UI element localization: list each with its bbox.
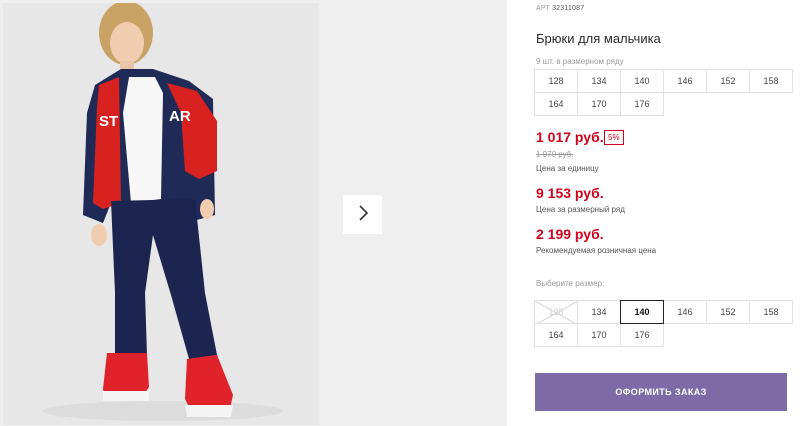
size-range-cell: 164: [534, 92, 578, 116]
chevron-right-icon: [357, 204, 369, 225]
size-range-cell: 176: [620, 92, 664, 116]
boy-in-tracksuit-image: ST AR: [3, 3, 319, 425]
unit-price: 1 017 руб.: [536, 129, 604, 145]
cross-out-icon: [535, 301, 578, 325]
discount-badge: 5%: [604, 130, 624, 145]
size-range-cell: 158: [749, 69, 793, 93]
article-label: АРТ: [536, 5, 550, 12]
size-option[interactable]: 176: [620, 323, 664, 347]
unit-price-note: Цена за единицу: [536, 164, 599, 173]
size-option[interactable]: 134: [577, 300, 621, 324]
size-option[interactable]: 152: [706, 300, 750, 324]
size-option[interactable]: 146: [663, 300, 707, 324]
size-option[interactable]: 158: [749, 300, 793, 324]
size-range-cell: 128: [534, 69, 578, 93]
svg-text:ST: ST: [99, 113, 118, 130]
product-title: Брюки для мальчика: [536, 31, 661, 46]
retail-price: 2 199 руб.: [536, 226, 604, 242]
range-price: 9 153 руб.: [536, 185, 604, 201]
product-photo: ST AR: [3, 3, 319, 425]
size-option[interactable]: 164: [534, 323, 578, 347]
article-number: АРТ 32311087: [536, 5, 584, 12]
choose-size-label: Выберите размер:: [536, 279, 605, 288]
range-price-note: Цена за размерный ряд: [536, 205, 625, 214]
size-range-label: 9 шт. в размерном ряду: [536, 57, 624, 66]
next-image-button[interactable]: [343, 195, 382, 234]
size-range-cell: 152: [706, 69, 750, 93]
product-details: АРТ 32311087 Брюки для мальчика 9 шт. в …: [507, 0, 800, 426]
old-price: 1 070 руб.: [536, 150, 574, 159]
retail-price-note: Рекомендуемая розничная цена: [536, 246, 657, 255]
place-order-button[interactable]: ОФОРМИТЬ ЗАКАЗ: [535, 373, 787, 411]
size-range-cell: 134: [577, 69, 621, 93]
size-option-selected[interactable]: 140: [620, 300, 664, 324]
size-range-cell: 146: [663, 69, 707, 93]
product-gallery: ST AR: [0, 0, 507, 426]
size-option-disabled: 128: [534, 300, 578, 325]
size-picker: 128 134 140 146 152 158 164 170 176: [534, 300, 793, 347]
article-value: 32311087: [552, 5, 585, 12]
size-range-cell: 170: [577, 92, 621, 116]
size-range-cell: 140: [620, 69, 664, 93]
size-range-grid: 128 134 140 146 152 158 164 170 176: [534, 69, 793, 116]
size-option[interactable]: 170: [577, 323, 621, 347]
svg-text:AR: AR: [169, 108, 191, 125]
